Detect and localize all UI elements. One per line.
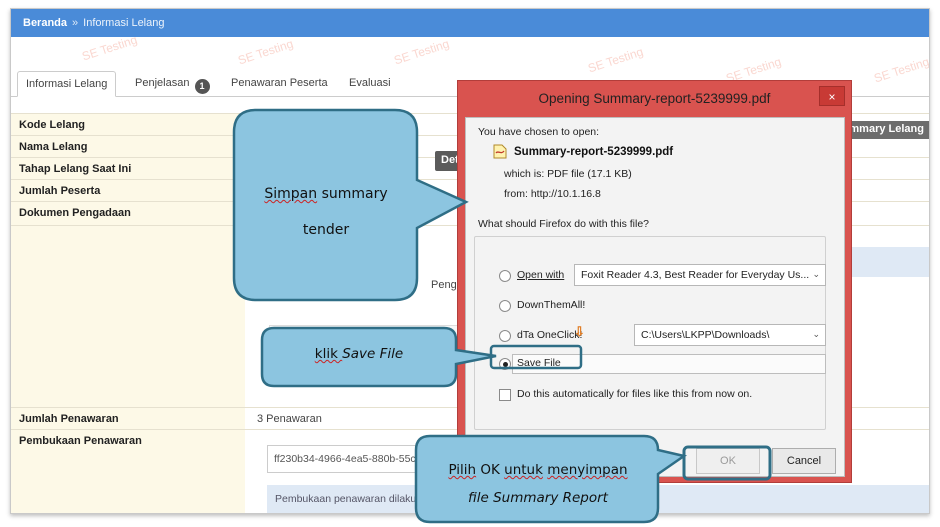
opening-file-dialog: Opening Summary-report-5239999.pdf × You… [457,80,852,483]
label-tahap-lelang: Tahap Lelang Saat Ini [19,163,132,175]
tab-label: Evaluasi [349,77,391,89]
auto-label[interactable]: Do this automatically for files like thi… [517,388,752,400]
callout-word: tender [302,222,350,238]
callout-pilih-text: Pilih OK untuk menyimpan file Summary Re… [420,456,656,512]
action-question: What should Firefox do with this file? [476,218,651,230]
open-with-text: Open with [517,269,565,281]
label-jumlah-peserta: Jumlah Peserta [19,185,101,197]
download-arrow-icon: ⇩ [574,324,585,339]
label-dokumen-pengadaan: Dokumen Pengadaan [19,207,131,219]
tab-penawaran-peserta[interactable]: Penawaran Peserta [223,71,336,97]
callout-klik-text: klik Save File [266,346,452,362]
chevron-down-icon: ⌄ [812,269,820,279]
label-jumlah-penawaran: Jumlah Penawaran [19,413,119,425]
callout-word: file [468,490,489,506]
ok-button[interactable]: OK [696,448,760,474]
label-nama-lelang: Nama Lelang [19,141,88,153]
summary-lelang-button[interactable]: mmary Lelang [844,121,929,139]
tab-label: Penawaran Peserta [231,77,328,89]
file-type: which is: PDF file (17.1 KB) [504,168,632,180]
save-file-radio[interactable] [499,358,511,370]
breadcrumb: Beranda » Informasi Lelang [11,9,929,37]
open-with-select[interactable]: Foxit Reader 4.3, Best Reader for Everyd… [574,264,826,286]
downthemall-label[interactable]: DownThemAll! [517,299,585,311]
callout-word: Save File [342,346,404,362]
download-path: C:\Users\LKPP\Downloads\ [641,329,770,341]
dta-oneclick-radio[interactable] [499,330,511,342]
watermark: SE Testing [236,36,295,68]
chevron-down-icon: ⌄ [812,329,820,339]
callout-simpan-text: Simpan summary tender [244,176,408,248]
breadcrumb-separator: » [72,17,79,29]
pdf-file-icon [493,144,507,159]
callout-word: untuk [504,462,543,478]
download-folder-select[interactable]: C:\Users\LKPP\Downloads\ ⌄ [634,324,826,346]
open-with-radio[interactable] [499,270,511,282]
open-with-label[interactable]: Open with [517,269,564,281]
callout-word: OK [476,462,505,478]
label-kode-lelang: Kode Lelang [19,119,86,131]
downthemall-radio[interactable] [499,300,511,312]
dialog-title: Opening Summary-report-5239999.pdf [538,91,771,106]
close-icon[interactable]: × [819,86,845,106]
callout-word: klik [314,346,343,362]
callout-word: Pilih [448,462,477,478]
tab-label: Penjelasan [135,77,190,89]
jumlah-penawaran-value: 3 Penawaran [257,413,322,425]
open-with-app: Foxit Reader 4.3, Best Reader for Everyd… [581,269,810,281]
breadcrumb-home[interactable]: Beranda [23,17,67,29]
save-file-text: Save File [517,357,561,369]
dialog-body: You have chosen to open: Summary-report-… [465,117,845,477]
file-name: Summary-report-5239999.pdf [514,146,674,158]
callout-word: Summary Report [488,490,608,506]
cancel-button[interactable]: Cancel [772,448,836,474]
save-file-label[interactable]: Save File [517,357,561,369]
file-source: from: http://10.1.16.8 [504,188,601,200]
callout-word: menyimpan [547,462,628,478]
watermark: SE Testing [80,32,139,64]
watermark: SE Testing [392,36,451,68]
tab-informasi-lelang[interactable]: Informasi Lelang [17,71,117,97]
auto-checkbox[interactable] [499,389,511,401]
breadcrumb-current: Informasi Lelang [83,17,165,29]
chosen-label: You have chosen to open: [478,126,600,138]
tab-evaluasi[interactable]: Evaluasi [341,71,399,97]
notification-badge: 1 [194,79,210,94]
callout-word: Simpan [264,186,318,202]
dta-oneclick-label[interactable]: dTa OneClick! [517,329,582,341]
callout-word: summary [317,186,388,202]
label-pembukaan-penawaran: Pembukaan Penawaran [19,435,142,447]
tab-penjelasan[interactable]: Penjelasan 1 [127,71,218,97]
tab-label: Informasi Lelang [26,78,108,90]
